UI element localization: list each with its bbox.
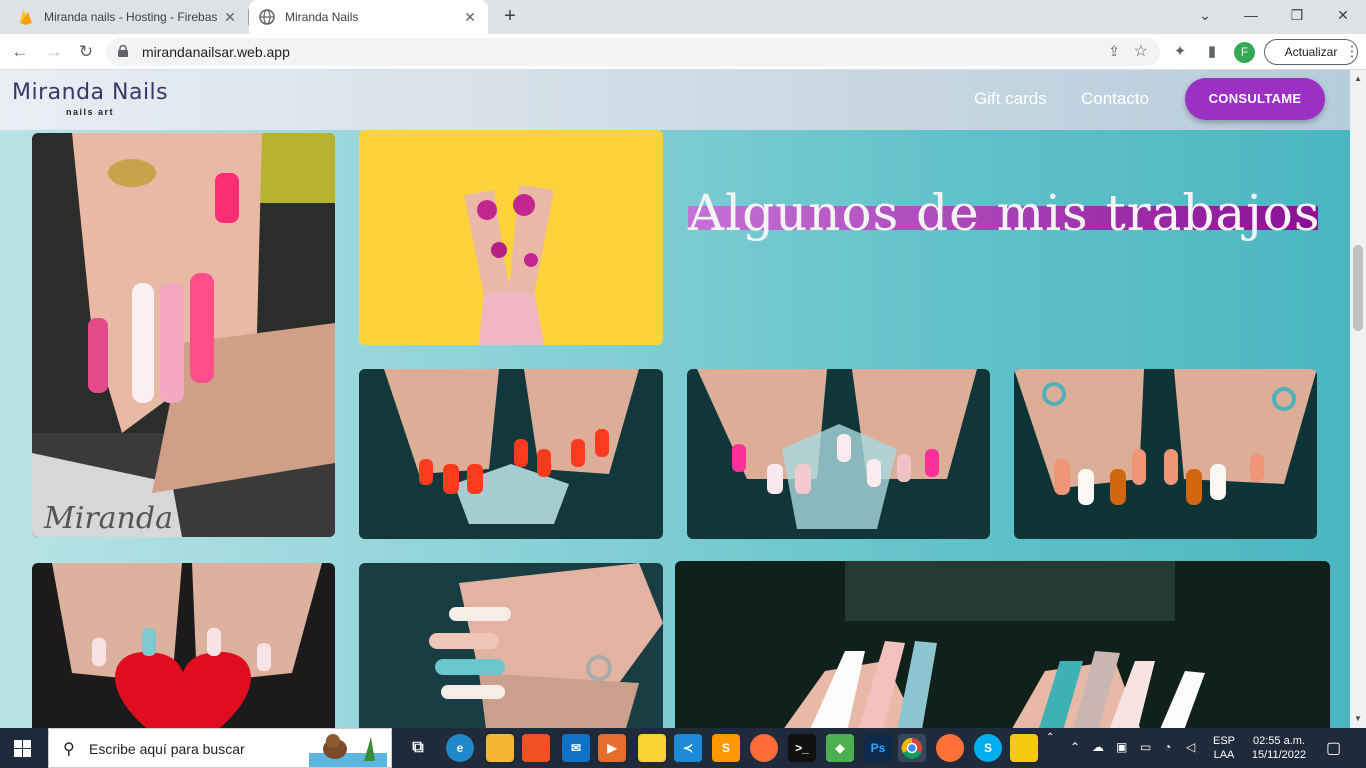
share-icon[interactable]: ⇪ bbox=[1108, 43, 1120, 60]
file-explorer-icon[interactable] bbox=[486, 734, 514, 762]
lock-icon bbox=[118, 45, 128, 57]
site-header: Miranda Nails nails art Gift cards Conta… bbox=[0, 70, 1350, 130]
forward-button[interactable]: → bbox=[42, 40, 66, 64]
new-tab-button[interactable]: + bbox=[498, 4, 522, 28]
sticky-notes-icon[interactable] bbox=[638, 734, 666, 762]
consultame-button[interactable]: CONSULTAME bbox=[1185, 78, 1325, 120]
chrome-icon[interactable] bbox=[898, 734, 926, 762]
tab-search-icon[interactable]: ⌄ bbox=[1182, 0, 1228, 34]
address-bar[interactable]: mirandanailsar.web.app ⇪ ☆ bbox=[106, 38, 1160, 66]
task-view-icon[interactable]: ⧉ bbox=[404, 734, 432, 762]
gallery-photo-glitter-closeup[interactable] bbox=[675, 561, 1330, 728]
taskbar-search-box[interactable]: ⚲ Escribe aquí para buscar bbox=[48, 728, 392, 768]
meet-now-icon[interactable]: ▣ bbox=[1116, 740, 1127, 754]
sublime-text-icon[interactable]: S bbox=[712, 734, 740, 762]
notifications-icon[interactable]: ▢ bbox=[1326, 738, 1341, 758]
page-viewport: Miranda Algunos de mis trabajos Miranda … bbox=[0, 70, 1350, 728]
url-text: mirandanailsar.web.app bbox=[142, 44, 290, 60]
gallery-photo-coral-glitter-nails[interactable] bbox=[1014, 369, 1317, 539]
power-bi-icon[interactable] bbox=[1010, 734, 1038, 762]
close-tab-icon[interactable]: ✕ bbox=[222, 9, 238, 26]
browser-tab-strip: Miranda nails - Hosting - Firebas ✕ Mira… bbox=[0, 0, 1366, 34]
vscode-icon[interactable]: ≺ bbox=[674, 734, 702, 762]
gallery-photo-white-pink-nails[interactable] bbox=[687, 369, 990, 539]
search-placeholder: Escribe aquí para buscar bbox=[89, 741, 245, 757]
site-logo[interactable]: Miranda Nails bbox=[12, 80, 168, 105]
firefox-icon[interactable] bbox=[936, 734, 964, 762]
page-scrollbar[interactable]: ▲ ▼ bbox=[1350, 70, 1366, 728]
show-hidden-icons-chevron-icon[interactable]: ⌃ bbox=[1070, 740, 1080, 754]
restore-button[interactable]: ❐ bbox=[1274, 0, 1320, 34]
media-player-icon[interactable]: ▶ bbox=[598, 734, 626, 762]
git-icon[interactable]: ◆ bbox=[826, 734, 854, 762]
keyboard-layout: LAA bbox=[1213, 749, 1235, 761]
volume-icon[interactable]: ◁ bbox=[1186, 740, 1195, 754]
scroll-down-arrow-icon[interactable]: ▼ bbox=[1350, 712, 1366, 726]
close-window-button[interactable]: ✕ bbox=[1320, 0, 1366, 34]
section-heading: Algunos de mis trabajos bbox=[688, 182, 1321, 244]
tab-title: Miranda nails - Hosting - Firebas bbox=[44, 10, 218, 24]
gallery-photo-yellow-hands[interactable] bbox=[359, 130, 663, 345]
scroll-up-arrow-icon[interactable]: ▲ bbox=[1350, 72, 1366, 86]
clock[interactable]: 02:55 a.m. 15/11/2022 bbox=[1242, 734, 1316, 762]
firebase-icon bbox=[18, 9, 34, 25]
language-code: ESP bbox=[1212, 735, 1235, 747]
mail-icon[interactable]: ✉ bbox=[562, 734, 590, 762]
tab-firebase-hosting[interactable]: Miranda nails - Hosting - Firebas ✕ bbox=[8, 0, 248, 34]
postman-icon[interactable] bbox=[750, 734, 778, 762]
search-icon: ⚲ bbox=[63, 741, 75, 758]
tab-miranda-nails[interactable]: Miranda Nails ✕ bbox=[249, 0, 488, 34]
search-highlight-otter-icon bbox=[309, 734, 387, 767]
close-tab-icon[interactable]: ✕ bbox=[462, 9, 478, 26]
windows-start-icon[interactable] bbox=[14, 740, 31, 757]
onedrive-icon[interactable]: ☁ bbox=[1092, 740, 1104, 754]
battery-icon[interactable]: ▭ bbox=[1140, 740, 1151, 754]
language-indicator[interactable]: ESP LAA bbox=[1206, 734, 1242, 762]
tab-title: Miranda Nails bbox=[285, 10, 359, 24]
globe-icon bbox=[259, 9, 275, 25]
reload-button[interactable]: ↻ bbox=[74, 40, 98, 64]
windows-taskbar: ⚲ Escribe aquí para buscar ⧉ e ✉ ▶ ≺ S >… bbox=[0, 728, 1366, 768]
site-logo-subtitle: nails art bbox=[66, 107, 115, 117]
photoshop-icon[interactable]: Ps bbox=[864, 734, 892, 762]
clock-date: 15/11/2022 bbox=[1251, 749, 1307, 761]
svg-text:Miranda: Miranda bbox=[43, 501, 173, 536]
scrollbar-thumb[interactable] bbox=[1353, 245, 1363, 331]
skype-icon[interactable]: S bbox=[974, 734, 1002, 762]
gallery-photo-red-nails[interactable] bbox=[359, 369, 663, 539]
clock-time: 02:55 a.m. bbox=[1253, 735, 1305, 747]
gallery-photo-heart-nails[interactable] bbox=[32, 563, 335, 728]
tray-scroll-icon[interactable]: ⌃ bbox=[1046, 732, 1054, 743]
wifi-icon[interactable]: ◔ bbox=[1164, 740, 1171, 754]
gallery-photo-pink-nails[interactable]: Miranda bbox=[32, 133, 335, 537]
terminal-icon[interactable]: >_ bbox=[788, 734, 816, 762]
edge-icon[interactable]: e bbox=[446, 734, 474, 762]
extensions-puzzle-icon[interactable]: ✦ bbox=[1168, 40, 1192, 64]
profile-avatar[interactable]: F bbox=[1234, 42, 1255, 63]
menu-kebab-icon[interactable]: ⋮ bbox=[1342, 40, 1362, 64]
heading-text: Algunos de mis trabajos bbox=[688, 184, 1321, 242]
side-panel-icon[interactable]: ▮ bbox=[1200, 40, 1224, 64]
nav-link-gift-cards[interactable]: Gift cards bbox=[974, 89, 1047, 109]
browser-toolbar: ← → ↻ mirandanailsar.web.app ⇪ ☆ ✦ ▮ F A… bbox=[0, 34, 1366, 70]
store-icon[interactable] bbox=[522, 734, 550, 762]
gallery-photo-nude-white-tips[interactable] bbox=[359, 563, 663, 728]
back-button[interactable]: ← bbox=[8, 40, 32, 64]
nav-link-contacto[interactable]: Contacto bbox=[1081, 89, 1149, 109]
minimize-button[interactable]: — bbox=[1228, 0, 1274, 34]
bookmark-star-icon[interactable]: ☆ bbox=[1134, 41, 1148, 61]
